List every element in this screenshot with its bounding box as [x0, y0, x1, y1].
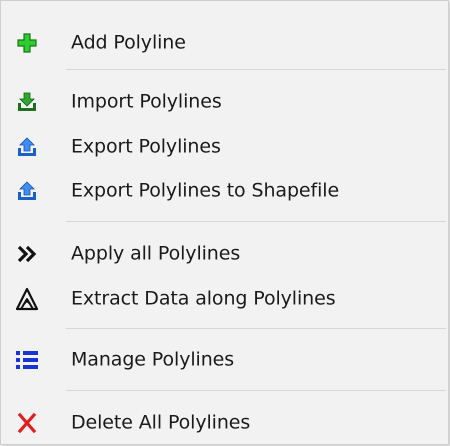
separator [66, 69, 446, 70]
menu-item-label: Apply all Polylines [71, 242, 241, 265]
list-icon [16, 351, 38, 369]
menu-item-export-polylines[interactable]: Export Polylines [1, 127, 448, 167]
menu-item-label: Export Polylines to Shapefile [71, 179, 340, 202]
menu-item-add-polyline[interactable]: Add Polyline [1, 23, 448, 63]
export-shapefile-icon [18, 181, 36, 200]
menu-item-label: Export Polylines [71, 135, 221, 158]
menu-item-apply-all-polylines[interactable]: Apply all Polylines [1, 234, 448, 274]
separator [66, 221, 446, 222]
export-icon [18, 137, 36, 156]
import-icon [18, 92, 36, 111]
menu-item-import-polylines[interactable]: Import Polylines [1, 82, 448, 122]
double-chevron-right-icon [17, 245, 37, 263]
menu-item-export-polylines-to-shapefile[interactable]: Export Polylines to Shapefile [1, 171, 448, 211]
menu-item-label: Delete All Polylines [71, 411, 251, 434]
menu-item-label: Manage Polylines [71, 348, 235, 371]
menu-item-extract-data-along-polylines[interactable]: Extract Data along Polylines [1, 279, 448, 319]
menu-item-manage-polylines[interactable]: Manage Polylines [1, 340, 448, 380]
separator [66, 328, 446, 329]
delete-x-icon [17, 412, 37, 434]
menu-item-label: Import Polylines [71, 90, 222, 113]
add-icon [17, 33, 37, 53]
extract-data-icon [15, 287, 39, 311]
menu-item-label: Add Polyline [71, 31, 186, 54]
separator [66, 390, 446, 391]
polyline-context-menu: Add Polyline Import Polylines Export Pol… [0, 0, 449, 445]
menu-item-delete-all-polylines[interactable]: Delete All Polylines [1, 403, 448, 443]
menu-item-label: Extract Data along Polylines [71, 287, 336, 310]
